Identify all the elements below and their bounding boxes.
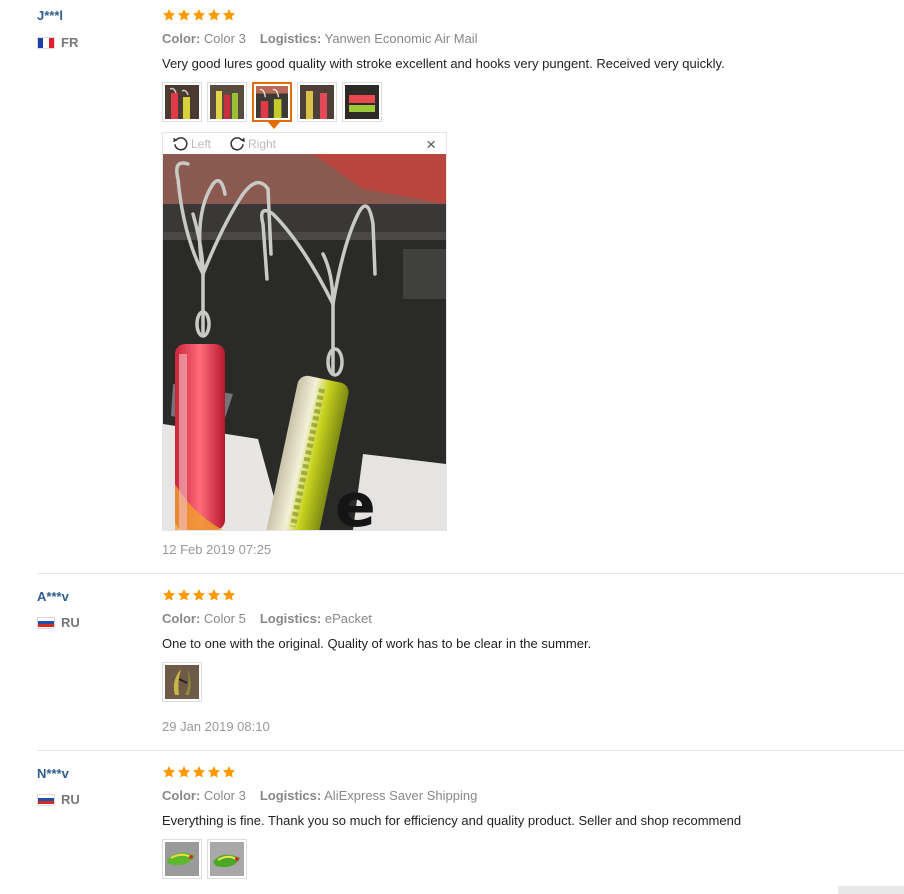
star-icon: [192, 765, 206, 779]
reviewer-name[interactable]: J***l: [37, 8, 63, 23]
star-icon: [222, 765, 236, 779]
star-icon: [207, 8, 221, 22]
photo-thumbnail[interactable]: [207, 82, 247, 122]
photo-thumbnail[interactable]: [162, 662, 202, 702]
star-icon: [222, 588, 236, 602]
reviewer-name[interactable]: A***v: [37, 589, 69, 604]
logistics-value: AliExpress Saver Shipping: [324, 788, 478, 803]
star-rating: [162, 588, 236, 602]
rotate-right-button[interactable]: Right: [229, 135, 276, 152]
review-divider: [37, 573, 904, 574]
photo-thumbnail[interactable]: [297, 82, 337, 122]
photo-viewer: Left Right × t e: [162, 132, 447, 531]
logistics-value: ePacket: [324, 611, 372, 626]
rotate-left-icon: [173, 137, 188, 151]
star-icon: [192, 588, 206, 602]
rotate-left-label: Left: [191, 136, 212, 151]
star-icon: [162, 8, 176, 22]
photo-thumbnail[interactable]: [162, 82, 202, 122]
country-code: RU: [61, 615, 80, 630]
color-label: Color:: [162, 31, 201, 46]
star-rating: [162, 8, 236, 22]
close-icon[interactable]: ×: [426, 135, 436, 155]
review-photo-large: t e: [163, 154, 446, 530]
review-divider: [37, 750, 904, 751]
star-icon: [162, 588, 176, 602]
country-code: FR: [61, 35, 79, 50]
rotate-right-label: Right: [248, 136, 277, 151]
france-flag-icon: [37, 36, 55, 49]
order-info: Color: Color 5 Logistics: ePacket: [162, 611, 372, 626]
photo-thumbnails: [162, 662, 202, 702]
country-code: RU: [61, 792, 80, 807]
star-icon: [177, 8, 191, 22]
star-icon: [192, 8, 206, 22]
color-label: Color:: [162, 788, 201, 803]
review-text: One to one with the original. Quality of…: [162, 636, 592, 651]
logistics-label: Logistics:: [259, 611, 322, 626]
logistics-label: Logistics:: [259, 31, 322, 46]
photo-thumbnail[interactable]: [342, 82, 382, 122]
color-value: Color 3: [203, 31, 246, 46]
star-icon: [177, 588, 191, 602]
photo-thumbnail[interactable]: [162, 839, 202, 879]
photo-thumbnail[interactable]: [207, 839, 247, 879]
star-icon: [207, 588, 221, 602]
russia-flag-icon: [37, 616, 55, 629]
photo-thumbnail-selected[interactable]: [252, 82, 292, 129]
star-rating: [162, 765, 236, 779]
selected-caret-icon: [268, 122, 280, 129]
star-icon: [207, 765, 221, 779]
review-text: Very good lures good quality with stroke…: [162, 56, 725, 71]
photo-viewer-toolbar: Left Right ×: [163, 133, 446, 154]
logistics-value: Yanwen Economic Air Mail: [324, 31, 478, 46]
photo-thumbnails: [162, 839, 247, 879]
color-value: Color 3: [203, 788, 246, 803]
review-date: 29 Jan 2019 08:10: [162, 719, 270, 734]
order-info: Color: Color 3 Logistics: Yanwen Economic…: [162, 31, 478, 46]
star-icon: [162, 765, 176, 779]
russia-flag-icon: [37, 793, 55, 806]
rotate-right-icon: [230, 137, 245, 151]
svg-text:e: e: [335, 471, 376, 530]
color-value: Color 5: [203, 611, 246, 626]
order-info: Color: Color 3 Logistics: AliExpress Save…: [162, 788, 477, 803]
reviewer-country: RU: [37, 792, 80, 807]
reviewer-name[interactable]: N***v: [37, 766, 69, 781]
review-text: Everything is fine. Thank you so much fo…: [162, 813, 742, 828]
scrollbar[interactable]: [838, 886, 904, 894]
star-icon: [222, 8, 236, 22]
photo-thumbnails: [162, 82, 382, 129]
review-date: 12 Feb 2019 07:25: [162, 542, 272, 557]
logistics-label: Logistics:: [259, 788, 322, 803]
reviewer-country: RU: [37, 615, 80, 630]
reviewer-country: FR: [37, 35, 78, 50]
color-label: Color:: [162, 611, 201, 626]
star-icon: [177, 765, 191, 779]
rotate-left-button[interactable]: Left: [172, 135, 211, 152]
